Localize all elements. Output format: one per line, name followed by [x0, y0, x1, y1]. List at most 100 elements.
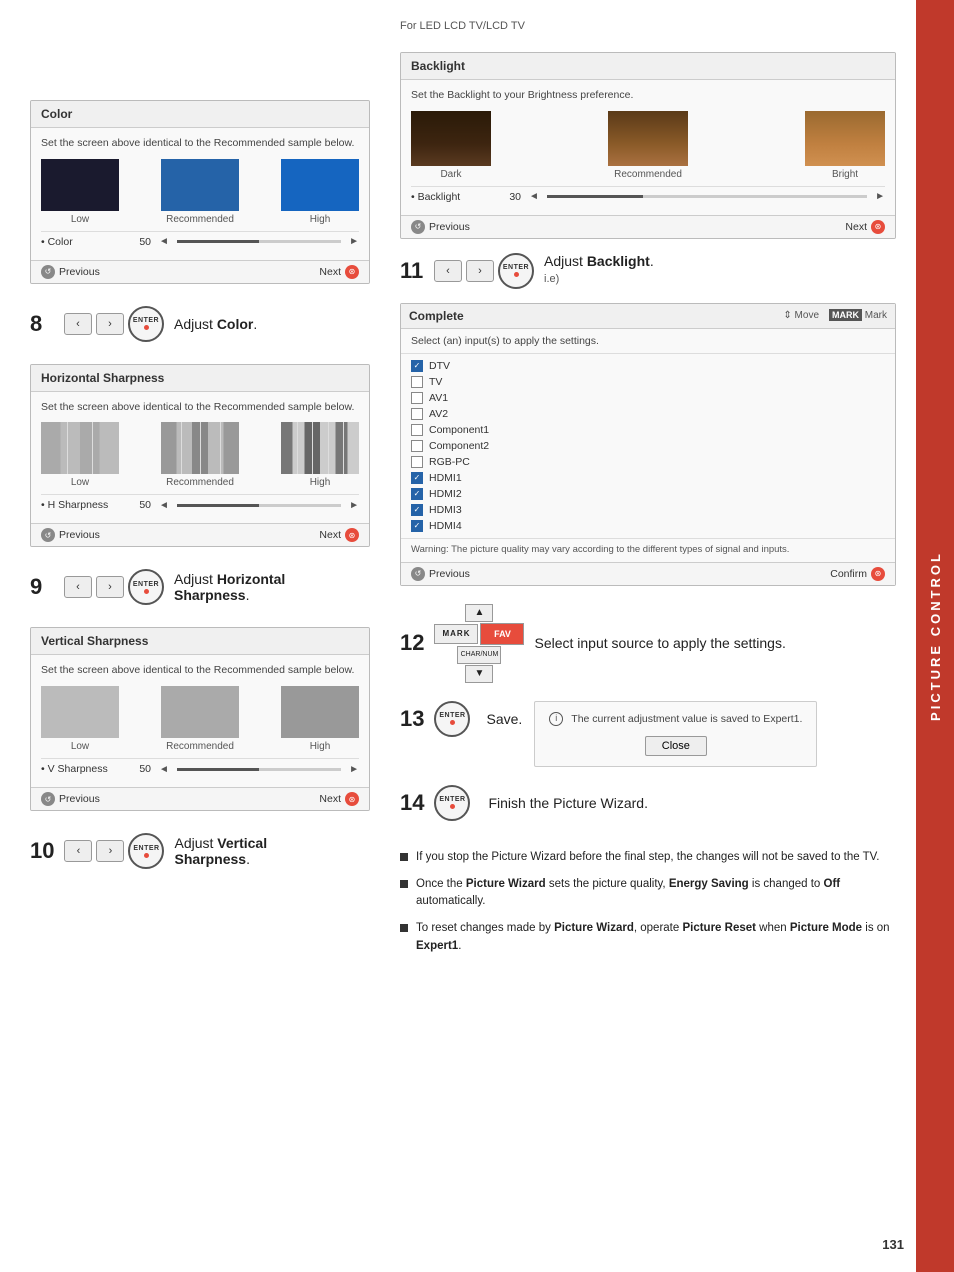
step-12-up-btn[interactable]: ▲ — [465, 604, 493, 622]
step-14-enter-btn[interactable]: ENTER — [434, 785, 470, 821]
h-sharpness-slider-track[interactable] — [177, 504, 341, 507]
hdmi1-checkbox[interactable]: ✓ — [411, 472, 423, 484]
backlight-arrow-left[interactable]: ◄ — [529, 191, 539, 202]
v-sharpness-slider-track[interactable] — [177, 768, 341, 771]
bullet-2: Once the Picture Wizard sets the picture… — [400, 876, 896, 911]
step-9-enter-label: ENTER — [133, 581, 159, 588]
complete-previous-btn[interactable]: ↺ Previous — [411, 567, 470, 581]
step-8-row: 8 ‹ › ENTER Adjust Color. — [30, 306, 370, 342]
color-img-low — [41, 159, 119, 211]
complete-nav-row: ↺ Previous Confirm ⊛ — [401, 562, 895, 585]
step-11-right-btn[interactable]: › — [466, 260, 494, 282]
input-av1[interactable]: AV1 — [411, 390, 885, 406]
component1-checkbox[interactable] — [411, 424, 423, 436]
v-sharp-next-label: Next — [319, 793, 341, 805]
input-tv[interactable]: TV — [411, 374, 885, 390]
h-sharp-arrow-left[interactable]: ◄ — [159, 500, 169, 511]
h-sharpness-slider-value: 50 — [129, 499, 151, 511]
hdmi4-checkbox[interactable]: ✓ — [411, 520, 423, 532]
av2-checkbox[interactable] — [411, 408, 423, 420]
input-hdmi3[interactable]: ✓ HDMI3 — [411, 502, 885, 518]
hdmi4-label: HDMI4 — [429, 520, 462, 532]
input-component2[interactable]: Component2 — [411, 438, 885, 454]
input-hdmi4[interactable]: ✓ HDMI4 — [411, 518, 885, 534]
component2-checkbox[interactable] — [411, 440, 423, 452]
tv-checkbox[interactable] — [411, 376, 423, 388]
v-sharp-previous-label: Previous — [59, 793, 100, 805]
step-10-right-btn[interactable]: › — [96, 840, 124, 862]
step-10-buttons: ‹ › ENTER — [64, 833, 164, 869]
backlight-next-btn[interactable]: Next ⊛ — [845, 220, 885, 234]
step-14-enter-label: ENTER — [439, 796, 465, 803]
hdmi3-checkbox[interactable]: ✓ — [411, 504, 423, 516]
complete-title: Complete — [409, 309, 464, 323]
color-arrow-right[interactable]: ► — [349, 236, 359, 247]
step-13-enter-btn[interactable]: ENTER — [434, 701, 470, 737]
char-btn[interactable]: CHAR/NUM — [457, 646, 501, 664]
color-previous-btn[interactable]: ↺ Previous — [41, 265, 100, 279]
v-sharp-img-low — [41, 686, 119, 738]
confirm-icon: ⊛ — [871, 567, 885, 581]
step-11-enter-btn[interactable]: ENTER — [498, 253, 534, 289]
v-sharp-arrow-right[interactable]: ► — [349, 764, 359, 775]
step-10-left-btn[interactable]: ‹ — [64, 840, 92, 862]
input-dtv[interactable]: ✓ DTV — [411, 358, 885, 374]
complete-controls: ⇕ Move MARK Mark — [783, 310, 887, 321]
bullet-3-icon — [400, 924, 408, 932]
sidebar-label-text: PICTURE CONTROL — [928, 551, 943, 721]
dtv-checkbox[interactable]: ✓ — [411, 360, 423, 372]
bullet-1-icon — [400, 853, 408, 861]
step-11-left-btn[interactable]: ‹ — [434, 260, 462, 282]
v-sharp-previous-icon: ↺ — [41, 792, 55, 806]
h-sharp-arrow-right[interactable]: ► — [349, 500, 359, 511]
input-rgb-pc[interactable]: RGB-PC — [411, 454, 885, 470]
complete-confirm-btn[interactable]: Confirm ⊛ — [830, 567, 885, 581]
step-9-right-btn[interactable]: › — [96, 576, 124, 598]
backlight-preview-dark: Dark — [411, 111, 491, 180]
step-8-enter-btn[interactable]: ENTER — [128, 306, 164, 342]
backlight-arrow-right[interactable]: ► — [875, 191, 885, 202]
rgb-pc-label: RGB-PC — [429, 456, 470, 468]
input-hdmi2[interactable]: ✓ HDMI2 — [411, 486, 885, 502]
rgb-pc-checkbox[interactable] — [411, 456, 423, 468]
step-11-text: Adjust Backlight. — [544, 253, 654, 269]
step-10-enter-btn[interactable]: ENTER — [128, 833, 164, 869]
backlight-previous-btn[interactable]: ↺ Previous — [411, 220, 470, 234]
fav-btn[interactable]: FAV — [480, 623, 524, 645]
step-8-right-btn[interactable]: › — [96, 313, 124, 335]
color-next-btn[interactable]: Next ⊛ — [319, 265, 359, 279]
backlight-slider-track[interactable] — [547, 195, 867, 198]
v-sharp-next-btn[interactable]: Next ⊛ — [319, 792, 359, 806]
h-sharp-next-btn[interactable]: Next ⊛ — [319, 528, 359, 542]
color-img-high — [281, 159, 359, 211]
step-8-left-btn[interactable]: ‹ — [64, 313, 92, 335]
mark-btn[interactable]: MARK — [434, 624, 478, 644]
v-sharpness-title: Vertical Sharpness — [31, 628, 369, 655]
step-9-left-btn[interactable]: ‹ — [64, 576, 92, 598]
hdmi2-checkbox[interactable]: ✓ — [411, 488, 423, 500]
step-11-buttons: ‹ › ENTER — [434, 253, 534, 289]
complete-desc: Select (an) input(s) to apply the settin… — [401, 329, 895, 354]
hdmi2-label: HDMI2 — [429, 488, 462, 500]
move-control: ⇕ Move — [783, 310, 819, 321]
close-btn[interactable]: Close — [645, 736, 707, 756]
mark-badge: MARK — [829, 309, 862, 321]
color-arrow-left[interactable]: ◄ — [159, 236, 169, 247]
input-component1[interactable]: Component1 — [411, 422, 885, 438]
color-slider-track[interactable] — [177, 240, 341, 243]
av1-checkbox[interactable] — [411, 392, 423, 404]
h-sharp-img-low — [41, 422, 119, 474]
input-av2[interactable]: AV2 — [411, 406, 885, 422]
v-sharp-previous-btn[interactable]: ↺ Previous — [41, 792, 100, 806]
main-content: Color Set the screen above identical to … — [0, 0, 916, 1272]
h-sharp-previous-btn[interactable]: ↺ Previous — [41, 528, 100, 542]
complete-warning: Warning: The picture quality may vary ac… — [401, 538, 895, 562]
backlight-panel: Backlight Set the Backlight to your Brig… — [400, 52, 896, 239]
step-12-down-btn[interactable]: ▼ — [465, 665, 493, 683]
next-icon: ⊛ — [345, 265, 359, 279]
step-9-enter-btn[interactable]: ENTER — [128, 569, 164, 605]
v-sharp-arrow-left[interactable]: ◄ — [159, 764, 169, 775]
hdmi1-check-mark: ✓ — [414, 474, 421, 482]
input-hdmi1[interactable]: ✓ HDMI1 — [411, 470, 885, 486]
dtv-check-mark: ✓ — [414, 362, 421, 370]
